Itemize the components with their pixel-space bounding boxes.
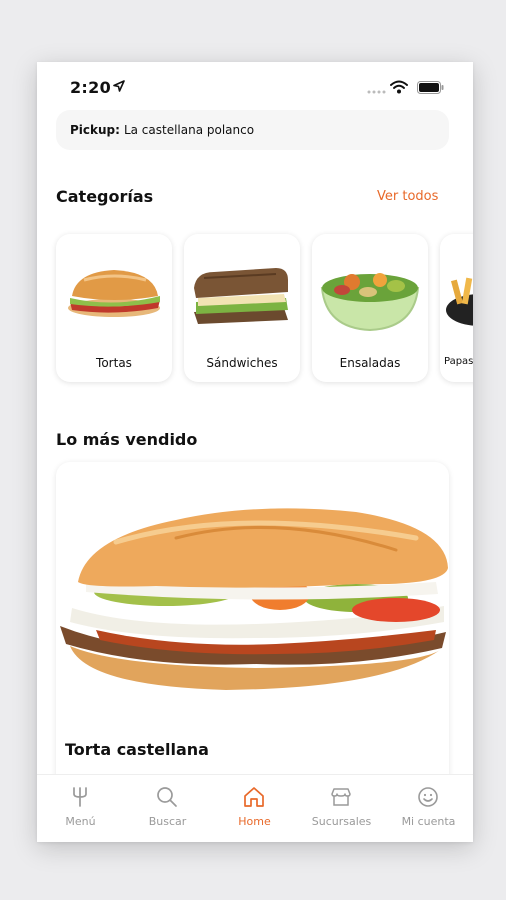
bottom-tab-bar: Menú Buscar Home Sucursales Mi cuenta (37, 774, 473, 842)
smiley-icon (418, 787, 438, 807)
search-icon (157, 787, 177, 807)
category-label: Sándwiches (206, 356, 278, 370)
torta-castellana-image (60, 508, 448, 690)
tab-label: Buscar (148, 815, 187, 828)
pickup-location-selector[interactable]: Pickup: La castellana polanco (56, 110, 449, 150)
product-name: Torta castellana (65, 740, 209, 759)
store-icon (331, 788, 351, 806)
tab-home[interactable]: Home (211, 775, 298, 842)
home-icon (244, 787, 264, 807)
status-bar: 2:20 (37, 62, 473, 110)
location-arrow-icon (113, 80, 125, 92)
pickup-label: Pickup: (70, 123, 120, 137)
category-label: Papas (444, 356, 473, 367)
pickup-location-name: La castellana polanco (123, 123, 255, 137)
torta-image (68, 270, 160, 317)
salad-image (320, 273, 420, 332)
status-time: 2:20 (70, 78, 111, 97)
category-label: Ensaladas (339, 356, 401, 370)
wifi-icon (390, 80, 408, 94)
tab-mi-cuenta[interactable]: Mi cuenta (385, 775, 472, 842)
category-label: Tortas (96, 356, 132, 370)
fork-icon (73, 787, 87, 807)
tab-label: Home (238, 815, 271, 828)
product-card-torta-castellana[interactable]: Torta castellana (56, 462, 449, 792)
phone-screen: 2:20 Pickup: La castellana polanco Categ… (37, 62, 473, 842)
see-all-link[interactable]: Ver todos (377, 189, 438, 204)
best-sellers-title: Lo más vendido (56, 430, 198, 449)
categories-title: Categorías (56, 187, 154, 206)
tab-label: Mi cuenta (401, 815, 456, 828)
tab-label: Menú (65, 815, 96, 828)
tab-menu[interactable]: Menú (37, 775, 124, 842)
category-card-tortas[interactable]: Tortas (56, 234, 172, 382)
fries-image (446, 277, 473, 326)
tab-label: Sucursales (311, 815, 372, 828)
tab-sucursales[interactable]: Sucursales (298, 775, 385, 842)
tab-search[interactable]: Buscar (124, 775, 211, 842)
category-card-papas[interactable]: Papas (440, 234, 473, 382)
category-card-sandwiches[interactable]: Sándwiches (184, 234, 300, 382)
battery-icon (417, 81, 444, 94)
signal-icon (367, 90, 386, 94)
sandwich-image (194, 268, 288, 324)
category-card-ensaladas[interactable]: Ensaladas (312, 234, 428, 382)
